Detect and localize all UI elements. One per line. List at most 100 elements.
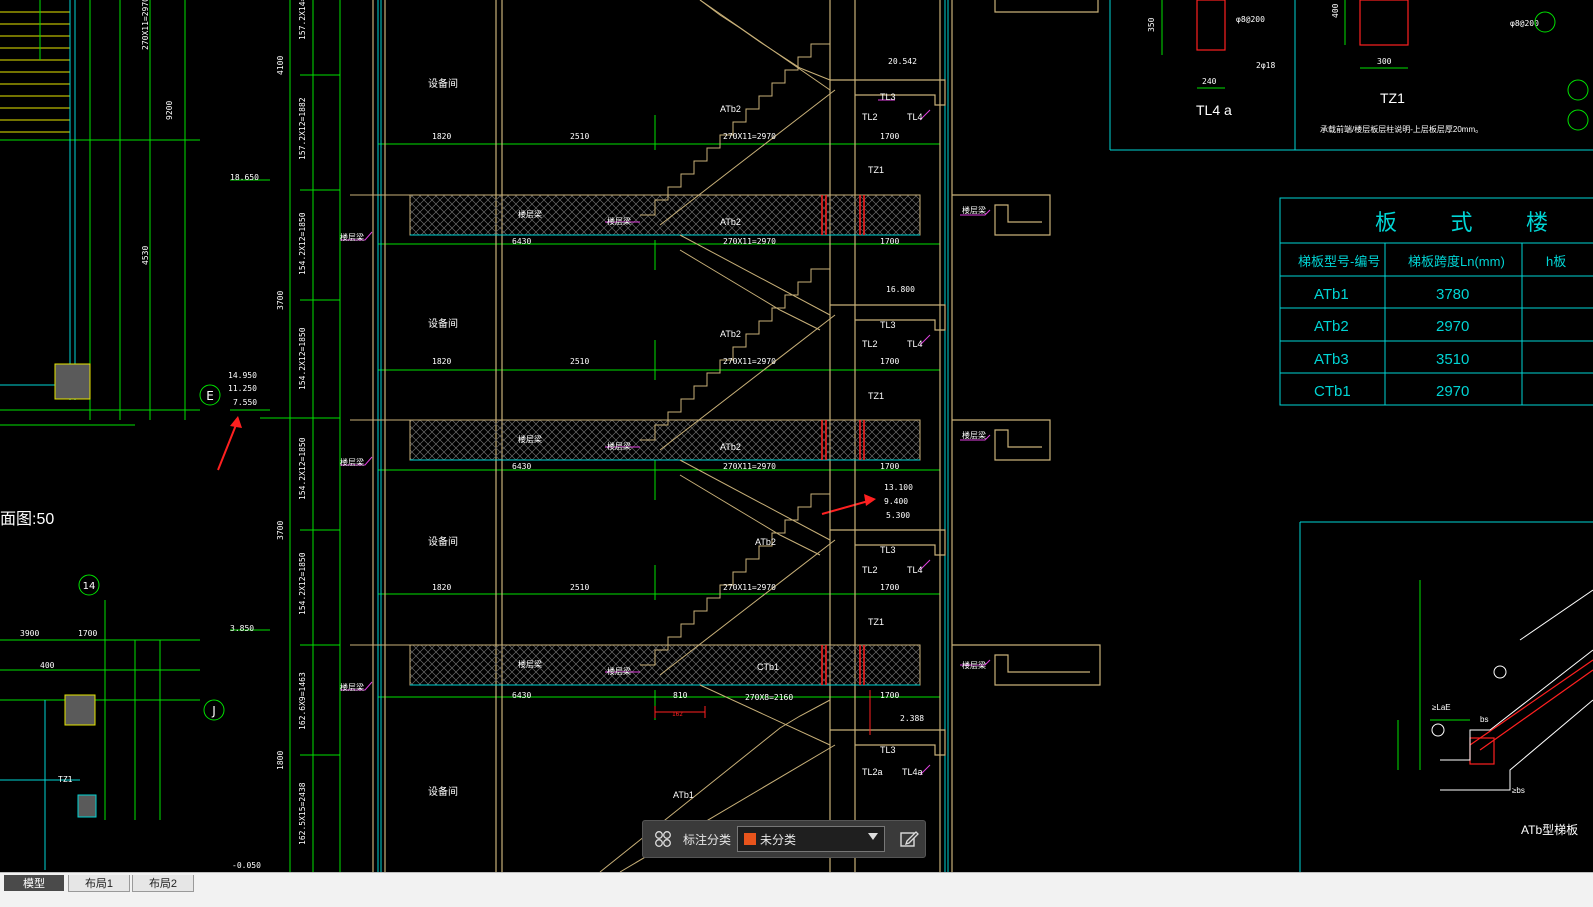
table-title: 板 式 楼 梯: [1375, 210, 1593, 235]
svg-text:TL2: TL2: [862, 339, 878, 349]
svg-text:楼层梁: 楼层梁: [518, 209, 542, 219]
svg-text:240: 240: [1202, 77, 1217, 86]
svg-text:设备间: 设备间: [428, 535, 458, 548]
svg-text:≥bs: ≥bs: [1512, 786, 1525, 795]
svg-text:TZ1: TZ1: [868, 391, 884, 401]
svg-text:TL4: TL4: [907, 112, 923, 122]
svg-text:350: 350: [1147, 17, 1156, 32]
svg-text:TL3: TL3: [880, 92, 896, 102]
svg-text:3700: 3700: [276, 521, 285, 540]
svg-text:楼层梁: 楼层梁: [607, 441, 631, 451]
tab-layout2[interactable]: 布局2: [132, 875, 194, 892]
svg-text:162: 162: [672, 711, 683, 718]
svg-text:TL4: TL4: [907, 565, 923, 575]
svg-text:ATb2: ATb2: [720, 442, 741, 452]
svg-text:6430: 6430: [512, 691, 531, 700]
svg-text:157.2X12=1882: 157.2X12=1882: [298, 97, 307, 160]
table-cell-span: 2970: [1436, 383, 1469, 400]
detail-note: 承载前端/楼层板层柱说明-上层板层厚20mm。: [1320, 124, 1483, 134]
svg-text:14: 14: [83, 581, 96, 592]
svg-text:3.850: 3.850: [230, 624, 254, 633]
svg-text:270X11=2970: 270X11=2970: [723, 462, 776, 471]
cad-drawing-canvas[interactable]: E J 14 18.650 14.950 11.250 7.550 3.850 …: [0, 0, 1593, 890]
svg-text:楼层梁: 楼层梁: [607, 666, 631, 676]
svg-text:2.388: 2.388: [900, 714, 924, 723]
svg-text:2φ18: 2φ18: [1256, 61, 1275, 70]
svg-text:270X11=2970: 270X11=2970: [141, 0, 150, 50]
svg-text:TL3: TL3: [880, 745, 896, 755]
tz1-label: TZ1: [1380, 90, 1405, 106]
svg-text:TL3: TL3: [880, 545, 896, 555]
svg-text:9.400: 9.400: [884, 497, 908, 506]
svg-text:楼层梁: 楼层梁: [518, 659, 542, 669]
svg-text:φ8@200: φ8@200: [1236, 15, 1265, 24]
svg-text:5.300: 5.300: [886, 511, 910, 520]
svg-text:ATb1: ATb1: [673, 790, 694, 800]
svg-text:400: 400: [1331, 3, 1340, 18]
svg-text:810: 810: [673, 691, 688, 700]
svg-text:TZ1: TZ1: [58, 775, 73, 784]
svg-text:TL2a: TL2a: [862, 767, 883, 777]
svg-text:14.950: 14.950: [228, 371, 257, 380]
edit-icon[interactable]: [897, 827, 921, 851]
svg-text:ATb2: ATb2: [720, 104, 741, 114]
svg-text:270X11=2970: 270X11=2970: [723, 237, 776, 246]
svg-text:7.550: 7.550: [233, 398, 257, 407]
column-square: [64, 694, 96, 726]
tl4a-label: TL4 a: [1196, 102, 1232, 118]
svg-text:设备间: 设备间: [428, 317, 458, 330]
category-color-swatch: [744, 833, 757, 845]
table-header-id: 梯板型号-编号: [1298, 254, 1380, 269]
tab-model[interactable]: 模型: [4, 875, 64, 891]
svg-text:2510: 2510: [570, 583, 589, 592]
table-cell-id: ATb3: [1314, 351, 1349, 368]
svg-text:18.650: 18.650: [230, 173, 259, 182]
section-title: 面图:50: [0, 511, 54, 528]
table-cell-span: 3510: [1436, 351, 1469, 368]
layout-tab-bar: 模型 布局1 布局2: [0, 872, 1593, 907]
svg-text:3900: 3900: [20, 629, 39, 638]
annotation-category-select[interactable]: 未分类: [737, 826, 886, 852]
cad-drawing: E J 14 18.650 14.950 11.250 7.550 3.850 …: [0, 0, 1593, 872]
svg-text:162.6X9=1463: 162.6X9=1463: [298, 672, 307, 730]
svg-text:TL2: TL2: [862, 112, 878, 122]
svg-text:2510: 2510: [570, 357, 589, 366]
grid-icon[interactable]: [649, 825, 677, 853]
svg-text:154.2X12=1850: 154.2X12=1850: [298, 552, 307, 615]
svg-text:3700: 3700: [276, 291, 285, 310]
svg-text:300: 300: [1377, 57, 1392, 66]
svg-text:154.2X12=1850: 154.2X12=1850: [298, 437, 307, 500]
svg-text:-0.050: -0.050: [232, 861, 261, 870]
svg-text:ATb2: ATb2: [755, 537, 776, 547]
svg-text:TL4: TL4: [907, 339, 923, 349]
svg-text:楼层梁: 楼层梁: [962, 660, 986, 670]
svg-text:270X11=2970: 270X11=2970: [723, 357, 776, 366]
svg-text:楼层梁: 楼层梁: [962, 430, 986, 440]
table-header-span: 梯板跨度Ln(mm): [1408, 254, 1505, 269]
table-cell-id: ATb1: [1314, 286, 1349, 303]
svg-text:TL2: TL2: [862, 565, 878, 575]
svg-text:1700: 1700: [880, 462, 899, 471]
svg-text:1700: 1700: [880, 691, 899, 700]
annotation-category-label: 标注分类: [683, 832, 732, 847]
tab-layout1[interactable]: 布局1: [68, 875, 130, 892]
svg-text:E: E: [206, 389, 214, 403]
svg-text:1700: 1700: [880, 357, 899, 366]
svg-text:bs: bs: [1480, 715, 1488, 724]
svg-text:TL4a: TL4a: [902, 767, 923, 777]
svg-text:≥LaE: ≥LaE: [1432, 703, 1451, 712]
svg-text:9200: 9200: [165, 101, 174, 120]
table-cell-span: 2970: [1436, 318, 1469, 335]
svg-text:6430: 6430: [512, 462, 531, 471]
svg-text:270X11=2970: 270X11=2970: [723, 132, 776, 141]
svg-text:TZ1: TZ1: [868, 617, 884, 627]
svg-text:TZ1: TZ1: [868, 165, 884, 175]
svg-text:4530: 4530: [141, 246, 150, 265]
svg-text:1700: 1700: [880, 237, 899, 246]
svg-text:6430: 6430: [512, 237, 531, 246]
svg-text:ATb2: ATb2: [720, 329, 741, 339]
svg-text:157.2X14=: 157.2X14=: [298, 0, 307, 40]
svg-text:2510: 2510: [570, 132, 589, 141]
svg-text:270X11=2970: 270X11=2970: [723, 583, 776, 592]
annotation-category-value: 未分类: [760, 832, 797, 847]
